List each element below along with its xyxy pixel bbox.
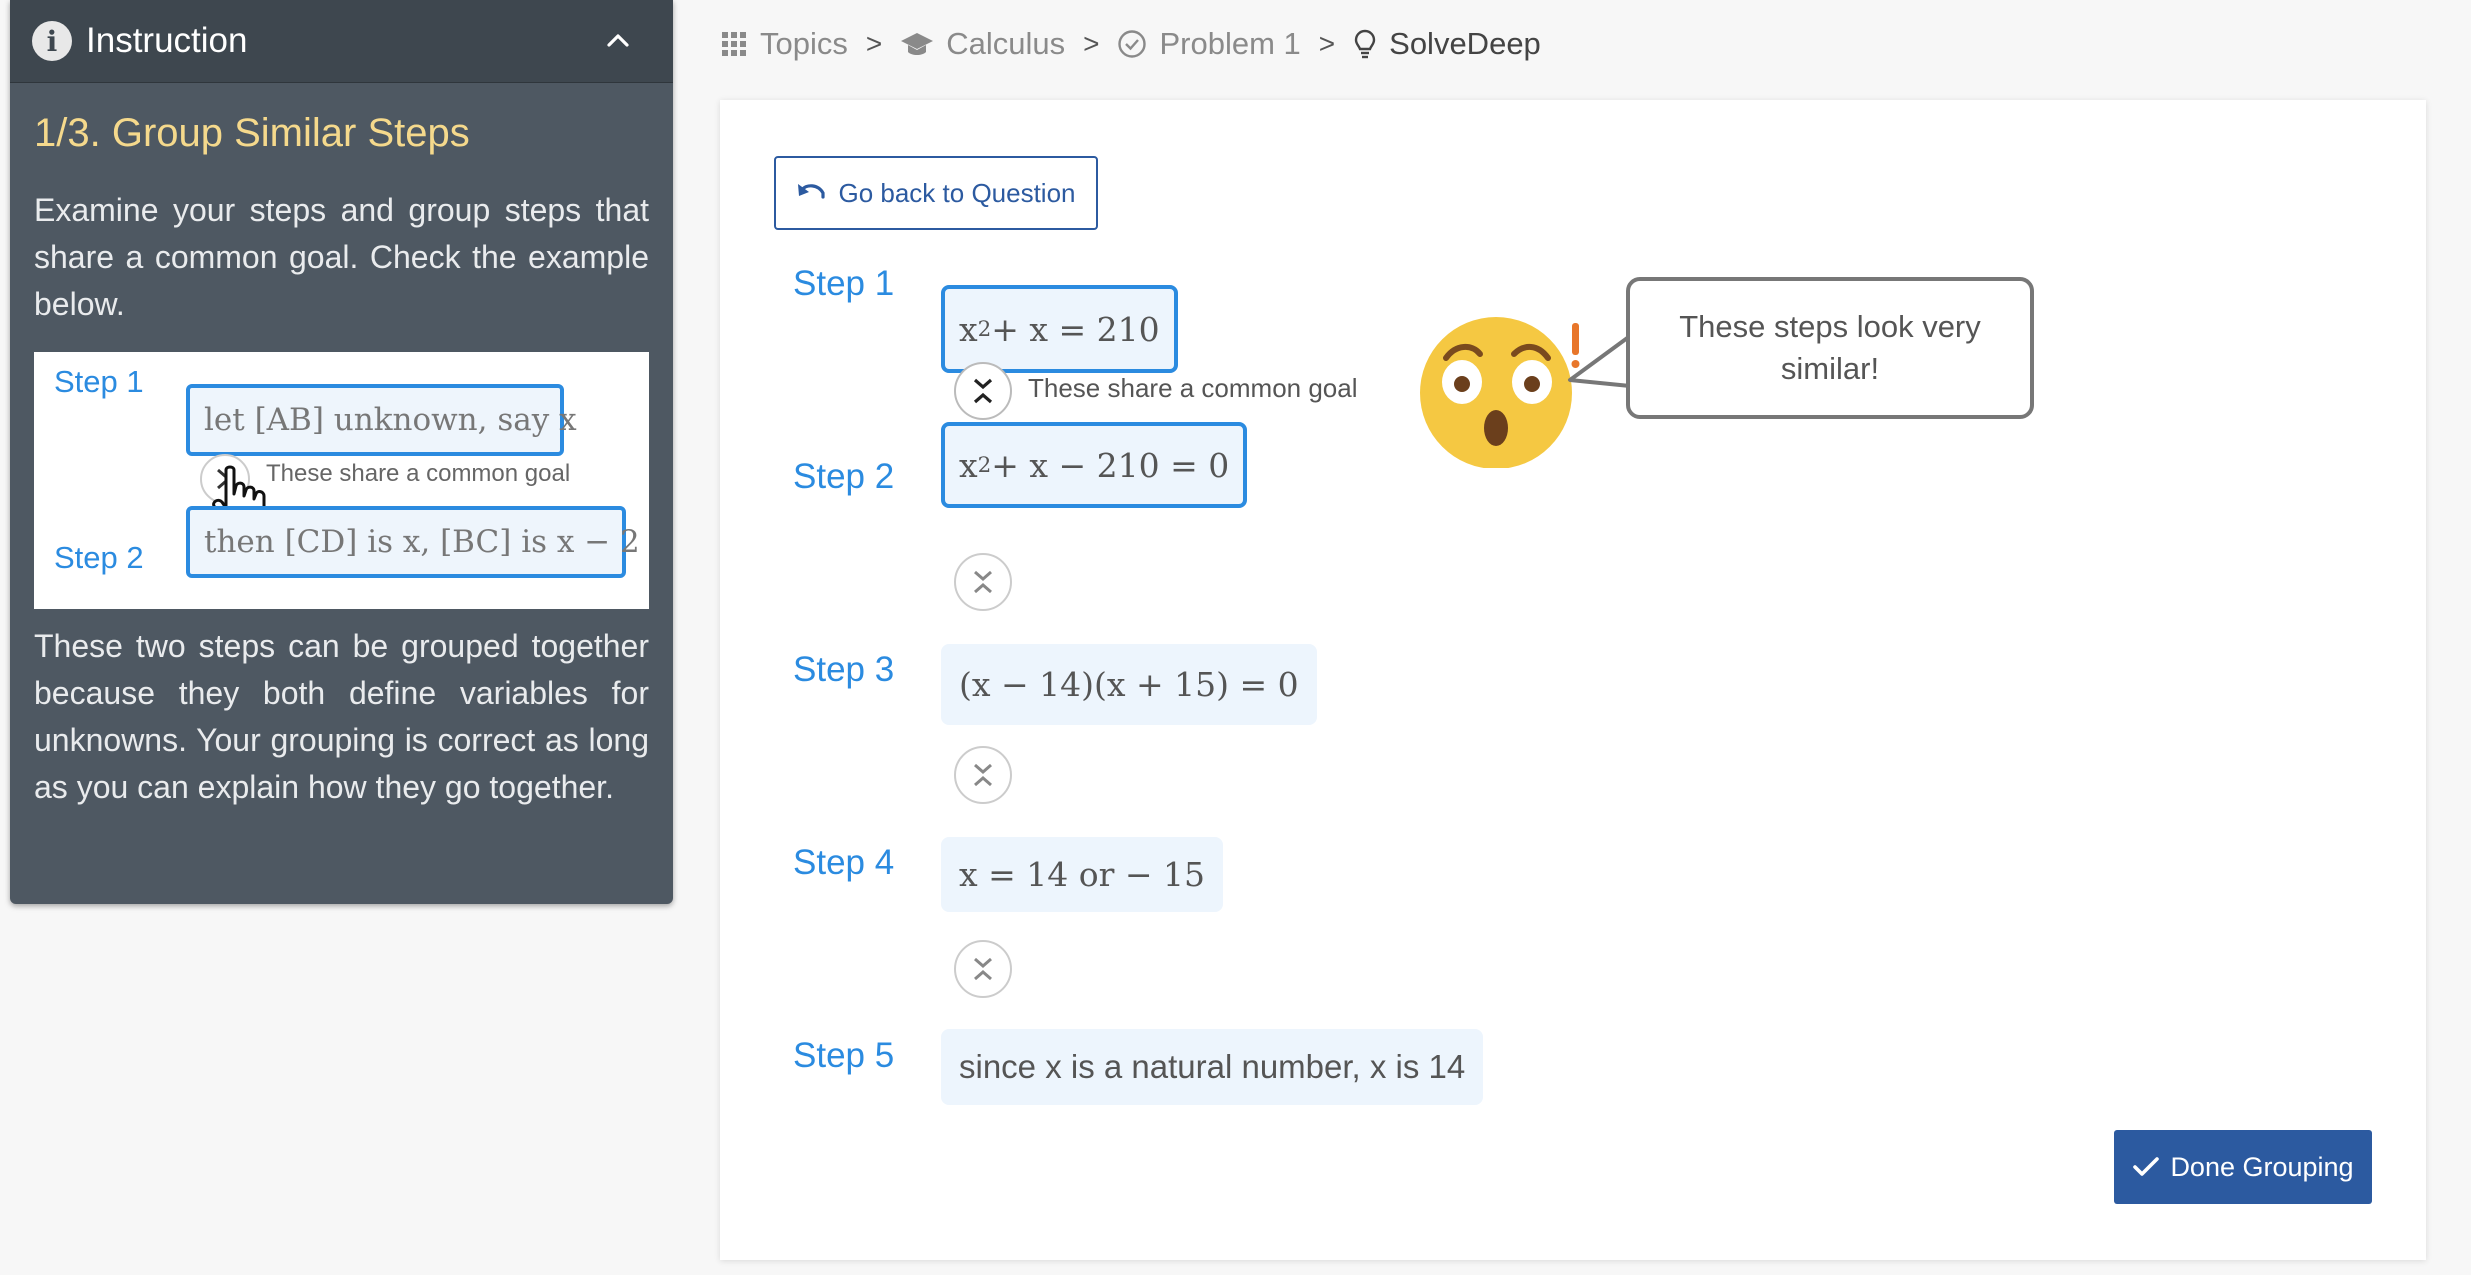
- example-step1-label: Step 1: [54, 364, 144, 399]
- graduation-cap-icon: [901, 33, 934, 55]
- step-2-base: x: [959, 445, 978, 485]
- breadcrumb-problem-label: Problem 1: [1159, 26, 1301, 61]
- go-back-button[interactable]: Go back to Question: [774, 156, 1098, 230]
- instruction-panel: i Instruction 1/3. Group Similar Steps E…: [10, 0, 673, 904]
- speech-bubble: These steps look very similar!: [1626, 277, 2034, 419]
- breadcrumb-separator: >: [1318, 28, 1336, 59]
- step-2-label: Step 2: [793, 457, 895, 496]
- collapse-icon: [973, 378, 993, 404]
- example-step1-box: let [AB] unknown, say x: [186, 384, 577, 456]
- step-2-box[interactable]: x2 + x − 210 = 0: [941, 422, 1248, 508]
- merge-steps-3-4-button[interactable]: [954, 746, 1012, 804]
- example-common-goal-note: These share a common goal: [266, 460, 571, 487]
- breadcrumb-topics-label: Topics: [760, 26, 848, 61]
- step-1-box[interactable]: x2 + x = 210: [941, 285, 1178, 373]
- speech-bubble-text: These steps look very similar!: [1679, 309, 1981, 386]
- step-5-label: Step 5: [793, 1036, 895, 1075]
- main-card: Go back to Question Step 1 x2 + x = 210 …: [720, 100, 2426, 1260]
- done-grouping-label: Done Grouping: [2170, 1151, 2354, 1182]
- merge-steps-4-5-button[interactable]: [954, 940, 1012, 998]
- undo-icon: [798, 184, 826, 199]
- step-4-label: Step 4: [793, 843, 895, 882]
- step-1-base: x: [959, 309, 978, 349]
- step-2-rest: + x − 210 = 0: [991, 445, 1230, 485]
- step-5-box[interactable]: since x is a natural number, x is 14: [941, 1029, 1484, 1105]
- step-3-label: Step 3: [793, 650, 895, 689]
- instruction-section-title: 1/3. Group Similar Steps: [34, 111, 470, 155]
- instruction-explanation-text: These two steps can be grouped together …: [34, 628, 649, 805]
- go-back-label: Go back to Question: [838, 177, 1076, 208]
- lightbulb-icon: [1354, 29, 1376, 59]
- example-step2-label: Step 2: [54, 540, 144, 575]
- breadcrumb-current: SolveDeep: [1353, 26, 1541, 62]
- collapse-icon: [974, 957, 992, 981]
- surprised-face-icon: [1420, 317, 1580, 468]
- common-goal-note: These share a common goal: [1028, 373, 1358, 403]
- collapse-icon: [974, 570, 992, 594]
- checkmark-icon: [2133, 1157, 2160, 1176]
- breadcrumb-problem[interactable]: Problem 1: [1117, 26, 1301, 62]
- example-illustration: Step 1 let [AB] unknown, say x These sha…: [34, 352, 649, 609]
- done-grouping-button[interactable]: Done Grouping: [2114, 1130, 2372, 1204]
- breadcrumb-separator: >: [1083, 28, 1100, 59]
- step-2-exponent: 2: [977, 452, 992, 478]
- step-1-rest: + x = 210: [991, 309, 1160, 349]
- merge-steps-2-3-button[interactable]: [954, 553, 1012, 611]
- instruction-intro-text: Examine your steps and group steps that …: [34, 192, 649, 322]
- speech-bubble-tail: [1568, 334, 1633, 388]
- step-4-box[interactable]: x = 14 or − 15: [941, 837, 1223, 912]
- instruction-header-title: Instruction: [86, 21, 248, 60]
- breadcrumb-separator: >: [865, 28, 883, 59]
- check-circle-icon: [1118, 30, 1147, 58]
- grid-icon: [722, 32, 746, 56]
- chevron-up-icon[interactable]: [603, 26, 633, 56]
- breadcrumb-topics[interactable]: Topics: [720, 26, 848, 62]
- breadcrumb-current-label: SolveDeep: [1389, 26, 1541, 61]
- step-3-box[interactable]: (x − 14)(x + 15) = 0: [941, 644, 1317, 725]
- step-1-label: Step 1: [793, 264, 895, 303]
- instruction-panel-header[interactable]: i Instruction: [10, 0, 673, 83]
- info-icon: i: [32, 21, 72, 61]
- breadcrumb-calculus-label: Calculus: [946, 26, 1066, 61]
- collapse-icon: [974, 763, 992, 787]
- example-step2-box: then [CD] is x, [BC] is x − 2: [186, 506, 640, 578]
- breadcrumb: Topics > Calculus > Problem 1 > SolveDee…: [720, 20, 1541, 68]
- step-1-exponent: 2: [977, 316, 992, 342]
- merge-steps-1-2-button[interactable]: [954, 362, 1012, 420]
- breadcrumb-calculus[interactable]: Calculus: [900, 26, 1065, 62]
